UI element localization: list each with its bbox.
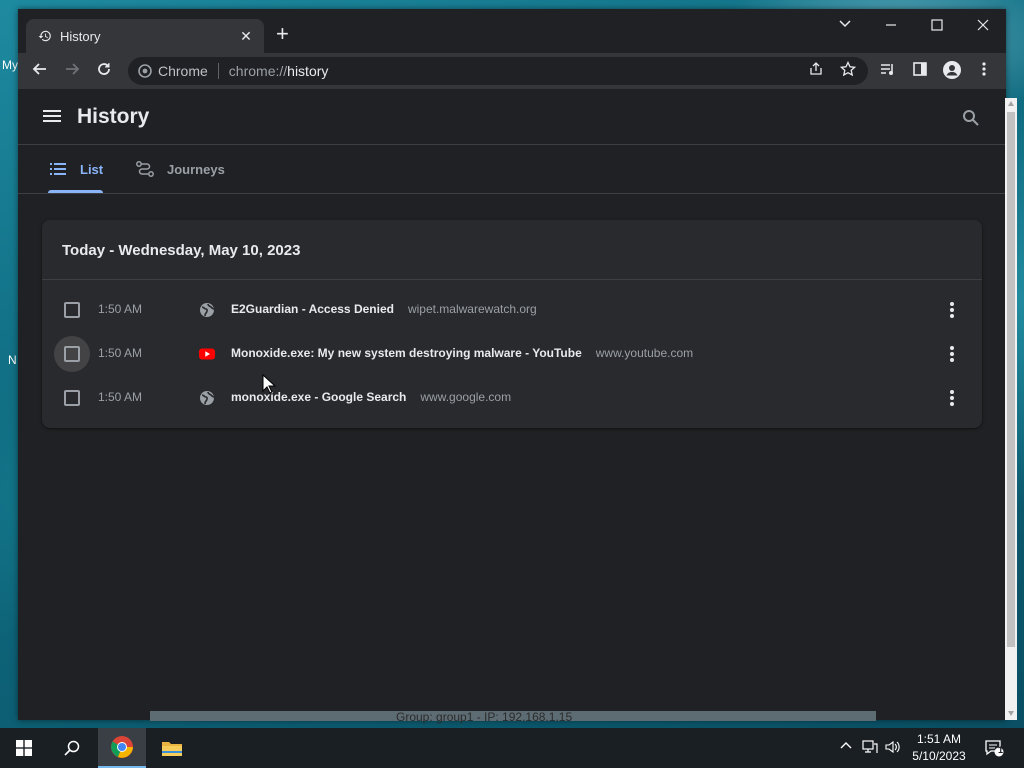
start-button[interactable] bbox=[0, 728, 48, 768]
clock-time: 1:51 AM bbox=[916, 732, 962, 746]
tab-label: Journeys bbox=[167, 161, 225, 177]
desktop-icon-label: My bbox=[2, 58, 18, 72]
clock-date: 5/10/2023 bbox=[912, 749, 966, 763]
taskbar: 1:51 AM 5/10/2023 1 bbox=[0, 728, 1024, 768]
taskbar-file-explorer-button[interactable] bbox=[148, 728, 196, 768]
history-tabs: List Journeys bbox=[18, 145, 1006, 194]
profile-avatar-icon[interactable] bbox=[942, 61, 962, 81]
tab-title: History bbox=[60, 28, 101, 44]
entry-domain: www.google.com bbox=[420, 390, 512, 404]
day-header: Today - Wednesday, May 10, 2023 bbox=[42, 220, 982, 280]
reload-icon[interactable] bbox=[94, 61, 114, 81]
search-icon bbox=[64, 740, 80, 756]
tab-label: List bbox=[80, 161, 104, 177]
entry-checkbox[interactable] bbox=[54, 380, 90, 416]
side-panel-icon[interactable] bbox=[910, 61, 930, 81]
address-divider bbox=[217, 63, 219, 79]
url-host: history bbox=[287, 63, 329, 79]
new-tab-button[interactable]: + bbox=[276, 23, 289, 45]
notification-center-button[interactable]: 1 bbox=[972, 728, 1016, 768]
back-arrow-icon[interactable] bbox=[30, 61, 50, 81]
globe-icon bbox=[200, 303, 215, 317]
entry-time: 1:50 AM bbox=[98, 390, 143, 404]
entry-title: monoxide.exe - Google Search bbox=[231, 390, 407, 404]
folder-icon bbox=[162, 742, 182, 756]
bookmark-star-icon[interactable] bbox=[838, 60, 858, 81]
taskbar-search-button[interactable] bbox=[48, 728, 96, 768]
page-header: History bbox=[18, 89, 1006, 145]
entry-title: E2Guardian - Access Denied bbox=[231, 302, 394, 316]
url-scheme: chrome:// bbox=[228, 63, 288, 79]
history-icon bbox=[38, 30, 51, 42]
media-controls-icon[interactable] bbox=[878, 61, 898, 81]
notification-count: 1 bbox=[998, 745, 1004, 755]
address-url: chrome://history bbox=[229, 63, 329, 79]
entry-domain: wipet.malwarewatch.org bbox=[407, 302, 537, 316]
share-icon[interactable] bbox=[806, 61, 826, 81]
tab-list[interactable]: List bbox=[50, 145, 103, 193]
history-page: History List Journeys Today - Wednesday,… bbox=[18, 89, 1006, 720]
taskbar-clock[interactable]: 1:51 AM 5/10/2023 bbox=[906, 731, 972, 765]
menu-hamburger-icon[interactable] bbox=[42, 107, 62, 127]
entry-checkbox[interactable] bbox=[54, 336, 90, 372]
history-entry-row[interactable]: 1:50 AM Monoxide.exe: My new system dest… bbox=[42, 332, 982, 376]
desktop-icon-label: N bbox=[8, 353, 17, 367]
mouse-cursor-icon bbox=[262, 374, 276, 394]
tab-search-chevron-icon[interactable] bbox=[830, 17, 860, 39]
browser-toolbar: Chrome chrome://history bbox=[18, 53, 1006, 89]
tab-journeys[interactable]: Journeys bbox=[136, 145, 225, 193]
minimize-button[interactable] bbox=[876, 17, 906, 39]
close-window-button[interactable] bbox=[968, 17, 998, 39]
entry-link[interactable]: Monoxide.exe: My new system destroying m… bbox=[231, 346, 693, 360]
history-entry-row[interactable]: 1:50 AM monoxide.exe - Google Search www.… bbox=[42, 376, 982, 420]
browser-tab-history[interactable]: History ✕ bbox=[26, 19, 264, 53]
address-chip: Chrome bbox=[158, 63, 208, 79]
forward-arrow-icon[interactable] bbox=[62, 61, 82, 81]
entry-checkbox[interactable] bbox=[54, 292, 90, 328]
list-icon bbox=[50, 163, 66, 175]
youtube-icon bbox=[199, 348, 215, 360]
more-actions-icon[interactable] bbox=[944, 388, 960, 408]
active-tab-indicator bbox=[48, 190, 103, 193]
tab-close-icon[interactable]: ✕ bbox=[238, 28, 254, 45]
network-icon[interactable] bbox=[862, 740, 878, 756]
chrome-logo-icon bbox=[111, 736, 133, 758]
title-bar: History ✕ + bbox=[18, 9, 1006, 53]
taskbar-chrome-button[interactable] bbox=[98, 728, 146, 768]
browser-menu-icon[interactable] bbox=[974, 61, 994, 81]
entry-time: 1:50 AM bbox=[98, 346, 143, 360]
overlay-group-text: Group: group1 - IP: 192.168.1.15 bbox=[396, 710, 573, 724]
history-day-card: Today - Wednesday, May 10, 2023 1:50 AM … bbox=[42, 220, 982, 428]
address-bar[interactable]: Chrome chrome://history bbox=[128, 57, 868, 85]
search-icon[interactable] bbox=[962, 109, 980, 127]
windows-logo-icon bbox=[16, 740, 32, 756]
maximize-button[interactable] bbox=[922, 17, 952, 39]
more-actions-icon[interactable] bbox=[944, 344, 960, 364]
volume-icon[interactable] bbox=[885, 740, 901, 756]
more-actions-icon[interactable] bbox=[944, 300, 960, 320]
history-entry-row[interactable]: 1:50 AM E2Guardian - Access Denied wipet.… bbox=[42, 288, 982, 332]
vertical-scrollbar[interactable] bbox=[1005, 98, 1017, 720]
entry-link[interactable]: E2Guardian - Access Denied wipet.malwarew… bbox=[231, 302, 537, 316]
entry-domain: www.youtube.com bbox=[595, 346, 694, 360]
tray-chevron-up-icon[interactable] bbox=[838, 740, 854, 756]
page-title: History bbox=[77, 105, 150, 128]
globe-icon bbox=[200, 391, 215, 405]
entry-title: Monoxide.exe: My new system destroying m… bbox=[231, 346, 582, 360]
chrome-logo-icon bbox=[138, 64, 152, 78]
journeys-icon bbox=[136, 161, 154, 177]
entry-time: 1:50 AM bbox=[98, 302, 143, 316]
chrome-window: History ✕ + Chrome chrome://history Hist… bbox=[18, 9, 1006, 720]
